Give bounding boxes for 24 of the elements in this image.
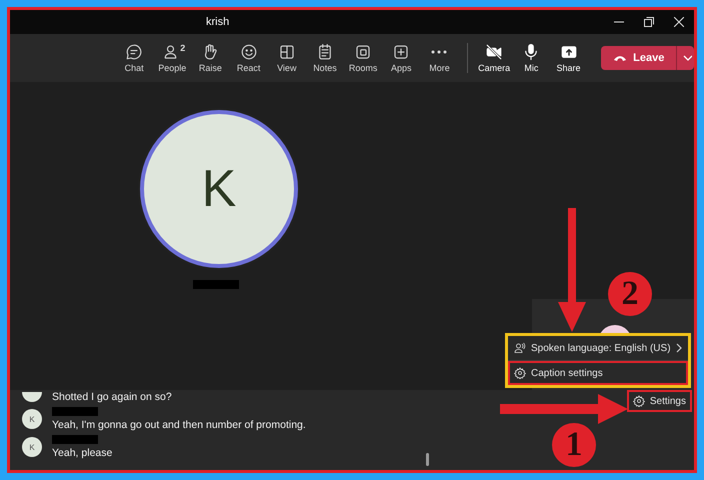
toolbar-button[interactable]: Apps	[382, 43, 420, 73]
menu-item[interactable]: Spoken language: English (US)	[508, 336, 688, 360]
settings-button[interactable]: Settings	[628, 392, 690, 410]
toolbar-button[interactable]: Chat	[115, 43, 154, 73]
participant-count: 2	[180, 43, 186, 53]
caption-text: Shotted I go again on so?	[52, 391, 172, 403]
toolbar-button[interactable]: React	[230, 43, 268, 73]
menu-item[interactable]: Caption settings	[508, 360, 688, 385]
toolbar-button[interactable]: View	[268, 43, 306, 73]
caption-avatar: K	[22, 437, 42, 457]
caption-avatar: K	[22, 409, 42, 429]
media-button[interactable]: Mic	[512, 43, 550, 73]
step-number: 2	[608, 272, 652, 316]
caption-text: Yeah, I'm gonna go out and then number of promoting.	[52, 419, 306, 431]
toolbar-button[interactable]: 2 People	[153, 43, 192, 73]
media-button[interactable]: Camera	[476, 43, 513, 73]
toolbar-button[interactable]: Rooms	[344, 43, 382, 73]
toolbar-button[interactable]: Raise	[191, 43, 230, 73]
media-button[interactable]: Share	[550, 43, 588, 73]
caption-text: Yeah, please	[52, 447, 112, 459]
participant-avatar: K	[140, 110, 298, 268]
toolbar-button[interactable]: Notes	[306, 43, 344, 73]
toolbar-button[interactable]: More	[420, 43, 459, 73]
window-title: krish	[206, 16, 230, 28]
